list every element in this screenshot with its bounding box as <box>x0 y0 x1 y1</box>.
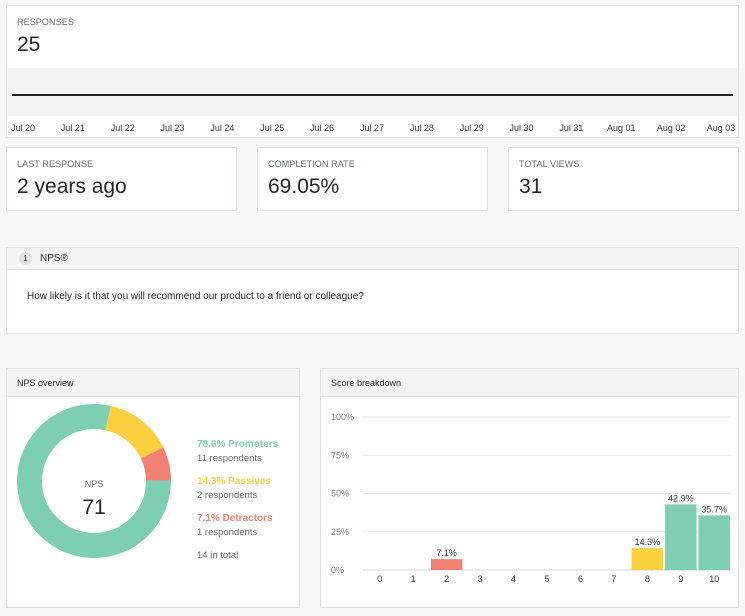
nps-overview-panel: NPS overview NPS 71 78.6% Promoters 11 r… <box>6 368 300 608</box>
x-tick-label: 4 <box>511 574 516 584</box>
nps-legend: 78.6% Promoters 11 respondents 14.3% Pas… <box>197 439 278 561</box>
bar-score-2 <box>430 559 463 570</box>
question-title: NPS® <box>40 253 68 264</box>
question-card: 1 NPS® How likely is it that you will re… <box>6 247 739 334</box>
x-tick-label: 10 <box>709 574 719 584</box>
question-number-badge: 1 <box>19 252 32 265</box>
responses-timeline-chart <box>7 68 738 116</box>
x-tick-label: 7 <box>611 574 616 584</box>
timeline-date-label: Jul 31 <box>559 123 584 133</box>
bar-value-label: 35.7% <box>702 504 728 514</box>
bar-score-8 <box>631 548 664 570</box>
detractors-count: 1 respondents <box>197 527 258 538</box>
completion-rate-value: 69.05% <box>268 175 340 198</box>
passives-label: 14.3% Passives <box>197 476 271 487</box>
x-tick-label: 1 <box>411 574 416 584</box>
responses-label: RESPONSES <box>17 17 74 27</box>
responses-line <box>12 94 733 96</box>
passives-count: 2 respondents <box>197 490 258 501</box>
total-views-label: TOTAL VIEWS <box>519 159 580 169</box>
promoters-label: 78.6% Promoters <box>197 439 279 450</box>
nps-score: 71 <box>82 496 106 519</box>
last-response-label: LAST RESPONSE <box>17 159 94 169</box>
x-tick-label: 9 <box>678 574 683 584</box>
bar-value-label: 42.9% <box>668 493 694 503</box>
timeline-date-label: Jul 22 <box>110 123 135 133</box>
timeline-date-label: Aug 01 <box>607 123 636 133</box>
timeline-date-label: Aug 02 <box>656 123 686 133</box>
timeline-date-label: Jul 21 <box>60 123 85 133</box>
x-tick-label: 6 <box>578 574 583 584</box>
nps-overview-title: NPS overview <box>7 369 299 397</box>
question-text: How likely is it that you will recommend… <box>27 291 364 302</box>
timeline-date-label: Jul 28 <box>409 123 434 133</box>
completion-rate-label: COMPLETION RATE <box>268 159 355 169</box>
x-tick-label: 0 <box>377 574 382 584</box>
timeline-date-label: Jul 27 <box>359 123 385 133</box>
x-tick-label: 5 <box>544 574 549 584</box>
passives-segment <box>105 405 164 459</box>
bar-score-10 <box>698 515 730 570</box>
bar-value-label: 7.1% <box>436 548 457 558</box>
timeline-date-label: Jul 26 <box>310 123 335 133</box>
y-tick-label: 0% <box>331 565 344 575</box>
responses-value: 25 <box>17 33 41 56</box>
x-tick-label: 2 <box>444 574 449 584</box>
total-views-card: TOTAL VIEWS 31 <box>508 147 739 211</box>
score-breakdown-chart: 0% 25% 50% 75% 100% 0 1 7.1% 2 3 4 5 6 7 14.3% 8 42.9% 9 3… <box>331 412 731 584</box>
total-respondents: 14 in total <box>197 550 239 561</box>
timeline-x-axis: Jul 20 Jul 21 Jul 22 Jul 23 Jul 24 Jul 25 Jul … <box>7 123 738 135</box>
x-tick-label: 8 <box>645 574 650 584</box>
last-response-value: 2 years ago <box>17 175 127 198</box>
timeline-date-label: Jul 25 <box>260 123 285 133</box>
timeline-date-label: Jul 29 <box>459 123 484 133</box>
y-tick-label: 25% <box>331 527 349 537</box>
nps-center-label: NPS <box>84 479 104 489</box>
y-tick-label: 100% <box>331 412 354 422</box>
timeline-date-label: Jul 20 <box>10 123 36 133</box>
responses-card: RESPONSES 25 Jul 20 Jul 21 Jul 22 Jul 23 Jul… <box>6 5 739 138</box>
total-views-value: 31 <box>519 175 543 198</box>
y-tick-label: 50% <box>331 489 349 499</box>
score-breakdown-panel: Score breakdown 0% 25% 50% 75% 100% 0 1 7.1% 2 3 4… <box>320 368 739 608</box>
timeline-date-label: Jul 24 <box>210 123 235 133</box>
timeline-date-label: Jul 23 <box>160 123 185 133</box>
bar-value-label: 14.3% <box>635 537 661 547</box>
timeline-date-label: Jul 30 <box>509 123 534 133</box>
x-tick-label: 3 <box>478 574 483 584</box>
score-breakdown-title: Score breakdown <box>321 369 738 397</box>
promoters-count: 11 respondents <box>197 453 262 464</box>
last-response-card: LAST RESPONSE 2 years ago <box>6 147 237 211</box>
question-header: 1 NPS® <box>7 248 738 270</box>
timeline-date-label: Aug 03 <box>706 123 736 133</box>
detractors-label: 7.1% Detractors <box>197 513 273 524</box>
completion-rate-card: COMPLETION RATE 69.05% <box>257 147 488 211</box>
bar-score-9 <box>665 504 697 570</box>
y-tick-label: 75% <box>331 450 349 460</box>
